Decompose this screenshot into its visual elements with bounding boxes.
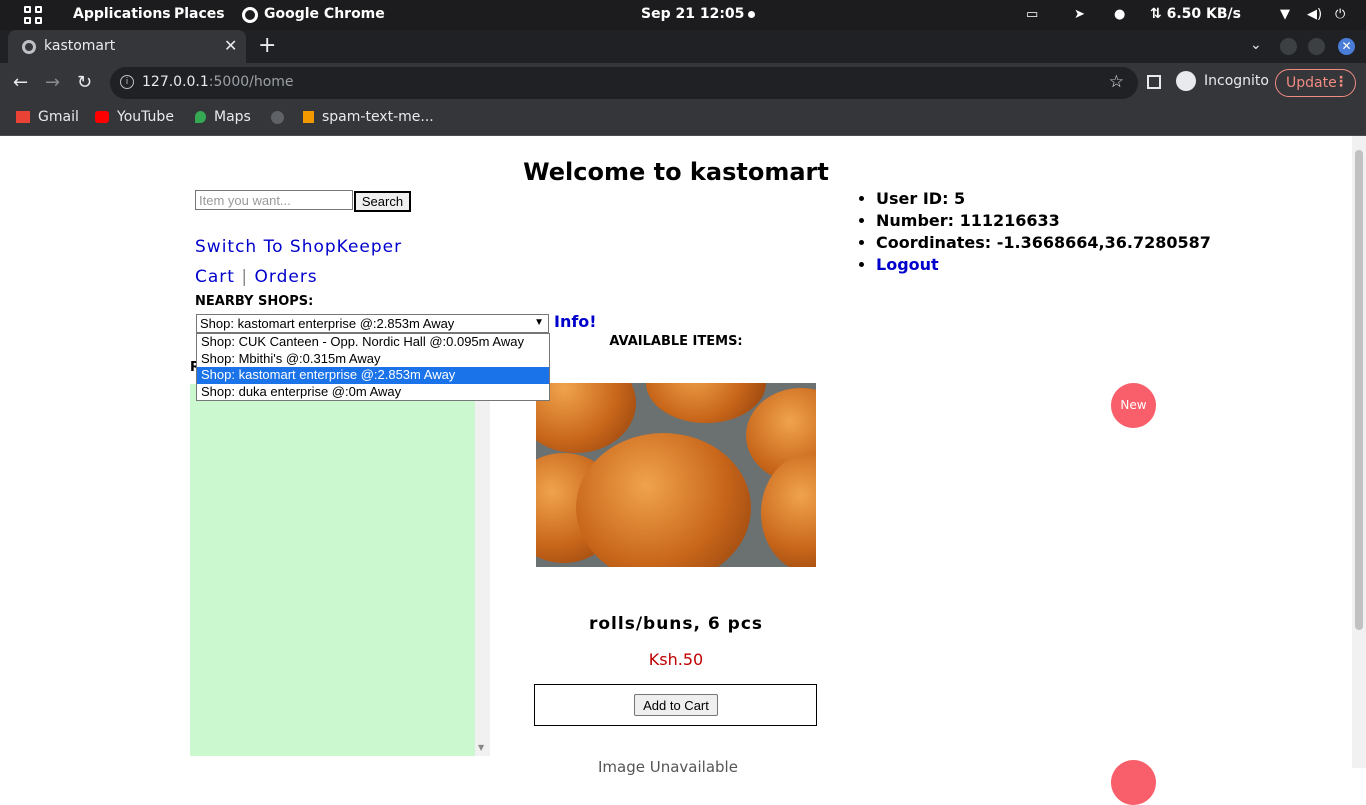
shop-option[interactable]: Shop: CUK Canteen - Opp. Nordic Hall @:0… xyxy=(197,334,549,351)
minimize-button[interactable] xyxy=(1280,38,1297,55)
page-title: Welcome to kastomart xyxy=(523,158,829,186)
user-coordinates: Coordinates: -1.3668664,36.7280587 xyxy=(876,233,1211,252)
tab-strip: kastomart ✕ + ⌄ ✕ xyxy=(0,30,1366,63)
site-info-icon[interactable]: i xyxy=(120,75,134,89)
product-image xyxy=(536,383,816,567)
panel-scrollbar[interactable]: ▼ xyxy=(475,384,490,756)
search-input[interactable] xyxy=(195,190,353,210)
close-window-button[interactable]: ✕ xyxy=(1338,38,1355,55)
shop-option-selected[interactable]: Shop: kastomart enterprise @:2.853m Away xyxy=(197,367,549,384)
shop-option[interactable]: Shop: duka enterprise @:0m Away xyxy=(197,384,549,401)
active-app-menu[interactable]: Google Chrome xyxy=(264,6,385,22)
update-label: Update xyxy=(1286,75,1337,91)
incognito-indicator[interactable]: Incognito xyxy=(1176,71,1269,95)
volume-icon[interactable]: ◀) xyxy=(1307,7,1322,22)
bookmark-youtube[interactable]: YouTube xyxy=(95,109,174,125)
bookmark-maps[interactable]: Maps xyxy=(195,109,251,125)
browser-toolbar: ← → ↻ i 127.0.0.1:5000/home ☆ Incognito … xyxy=(0,63,1366,103)
user-id: User ID: 5 xyxy=(876,189,1211,208)
incognito-label: Incognito xyxy=(1204,73,1269,89)
broken-image-alt: Image Unavailable xyxy=(598,758,738,776)
forward-arrow-icon[interactable]: → xyxy=(45,72,60,93)
menu-dots-icon[interactable]: ⋮ xyxy=(1334,74,1348,90)
user-number: Number: 111216633 xyxy=(876,211,1211,230)
notification-dot-icon xyxy=(748,11,755,18)
globe-icon xyxy=(271,110,284,124)
page-content: Welcome to kastomart Search Switch To Sh… xyxy=(0,136,1352,805)
update-button[interactable]: Update ⋮ xyxy=(1275,69,1356,97)
discord-icon[interactable]: ● xyxy=(1114,7,1125,22)
bookmark-star-icon[interactable]: ☆ xyxy=(1109,72,1124,92)
new-badge xyxy=(1111,760,1156,805)
cart-orders-nav: Cart | Orders xyxy=(195,267,318,287)
tab-title: kastomart xyxy=(44,38,116,54)
logout-link[interactable]: Logout xyxy=(876,255,939,274)
orders-link[interactable]: Orders xyxy=(255,267,318,287)
app-grid-icon[interactable] xyxy=(24,6,42,24)
places-menu[interactable]: Places xyxy=(174,6,225,22)
product-name: rolls/buns, 6 pcs xyxy=(588,614,764,634)
shop-option[interactable]: Shop: Mbithi's @:0.315m Away xyxy=(197,351,549,368)
chrome-icon xyxy=(242,7,258,23)
incognito-icon xyxy=(1176,71,1196,91)
youtube-icon xyxy=(95,111,109,123)
user-info-list: User ID: 5 Number: 111216633 Coordinates… xyxy=(876,189,1211,277)
reload-icon[interactable]: ↻ xyxy=(77,72,92,93)
shop-dropdown-list: Shop: CUK Canteen - Opp. Nordic Hall @:0… xyxy=(196,333,550,401)
add-to-cart-form: Add to Cart xyxy=(534,684,817,726)
search-button[interactable]: Search xyxy=(354,191,411,212)
nav-separator: | xyxy=(241,267,249,287)
nearby-shops-label: NEARBY SHOPS: xyxy=(195,294,314,309)
url-text[interactable]: 127.0.0.1:5000/home xyxy=(142,74,294,90)
scrollbar-thumb[interactable] xyxy=(1355,150,1363,630)
shop-select[interactable]: Shop: kastomart enterprise @:2.853m Away… xyxy=(196,314,549,333)
product-price: Ksh.50 xyxy=(648,650,704,669)
clock[interactable]: Sep 21 12:05 xyxy=(641,6,744,22)
globe-icon xyxy=(22,40,36,54)
shop-details-panel: R xyxy=(190,360,475,756)
add-to-cart-button[interactable]: Add to Cart xyxy=(634,694,718,716)
wifi-icon[interactable]: ▼ xyxy=(1280,7,1290,22)
terminal-icon[interactable]: ▭ xyxy=(1026,7,1038,22)
tab-kastomart[interactable]: kastomart ✕ xyxy=(8,30,246,63)
applications-menu[interactable]: Applications xyxy=(73,6,171,22)
power-icon[interactable]: ⏻ xyxy=(1335,7,1345,22)
telegram-icon[interactable]: ➤ xyxy=(1074,7,1085,22)
bookmarks-bar: Gmail YouTube Maps spam-text-me... xyxy=(0,103,1366,136)
notebook-icon xyxy=(303,111,314,123)
close-tab-icon[interactable]: ✕ xyxy=(224,36,237,55)
new-badge: New xyxy=(1111,383,1156,428)
page-scrollbar[interactable] xyxy=(1352,136,1366,768)
new-tab-button[interactable]: + xyxy=(258,33,276,58)
bookmark-gmail[interactable]: Gmail xyxy=(16,109,79,125)
tab-search-chevron-icon[interactable]: ⌄ xyxy=(1250,37,1262,53)
gmail-icon xyxy=(16,111,30,123)
maps-pin-icon xyxy=(195,111,206,123)
shop-info-link[interactable]: Info! xyxy=(554,312,597,331)
cart-link[interactable]: Cart xyxy=(195,267,235,287)
switch-to-shopkeeper-link[interactable]: Switch To ShopKeeper xyxy=(195,237,402,257)
back-arrow-icon[interactable]: ← xyxy=(13,72,28,93)
network-speed: ⇅ 6.50 KB/s xyxy=(1150,6,1241,22)
shop-select-value: Shop: kastomart enterprise @:2.853m Away xyxy=(200,316,455,331)
chevron-down-icon: ▼ xyxy=(534,317,544,328)
address-bar[interactable]: i 127.0.0.1:5000/home ☆ xyxy=(110,67,1138,99)
scroll-down-arrow-icon[interactable]: ▼ xyxy=(478,743,484,752)
system-top-bar: Applications Places Google Chrome Sep 21… xyxy=(0,0,1366,30)
maximize-button[interactable] xyxy=(1308,38,1325,55)
logout-item: Logout xyxy=(876,255,1211,274)
bookmark-spam-text[interactable]: spam-text-me... xyxy=(303,109,434,125)
side-panel-icon[interactable] xyxy=(1147,75,1161,89)
bookmark-globe[interactable] xyxy=(271,109,292,125)
